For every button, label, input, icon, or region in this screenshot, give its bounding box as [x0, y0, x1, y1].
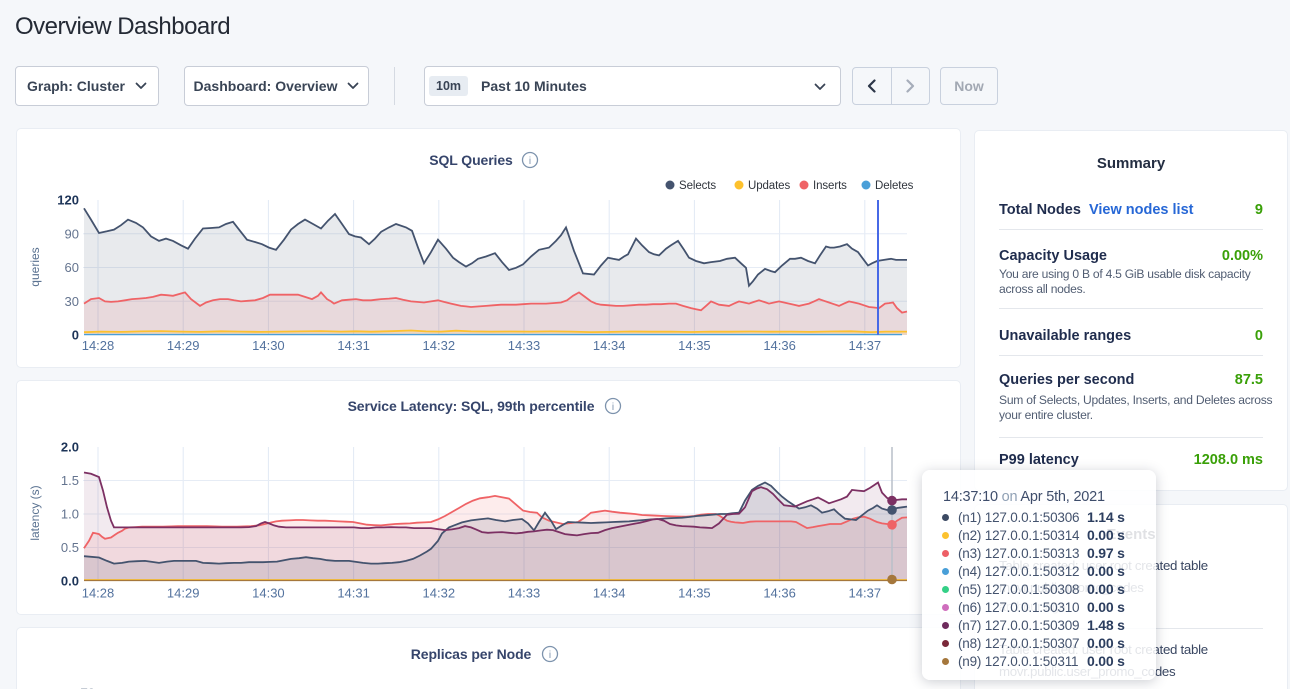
svg-text:SQL Queries: SQL Queries — [429, 152, 513, 168]
svg-text:14:31: 14:31 — [337, 586, 370, 601]
svg-text:0: 0 — [72, 328, 79, 343]
svg-text:90: 90 — [65, 226, 79, 241]
svg-text:Updates: Updates — [748, 180, 790, 192]
svg-text:30: 30 — [65, 294, 79, 309]
svg-text:14:33: 14:33 — [508, 586, 541, 601]
svg-text:0.5: 0.5 — [61, 540, 79, 555]
svg-text:0.0: 0.0 — [61, 574, 79, 589]
svg-text:1.5: 1.5 — [61, 473, 79, 488]
svg-text:14:31: 14:31 — [337, 338, 370, 353]
svg-text:14:28: 14:28 — [82, 338, 115, 353]
svg-text:Selects: Selects — [679, 180, 716, 192]
svg-text:i: i — [529, 156, 531, 167]
svg-text:Inserts: Inserts — [813, 180, 847, 192]
svg-text:70: 70 — [81, 686, 95, 689]
svg-text:14:33: 14:33 — [508, 338, 541, 353]
svg-text:120: 120 — [57, 193, 79, 208]
svg-text:14:30: 14:30 — [252, 586, 285, 601]
svg-text:14:35: 14:35 — [678, 586, 711, 601]
svg-text:14:34: 14:34 — [593, 586, 626, 601]
svg-text:2.0: 2.0 — [61, 440, 79, 455]
svg-text:14:37: 14:37 — [849, 338, 882, 353]
svg-text:14:35: 14:35 — [678, 338, 711, 353]
svg-text:Replicas per Node: Replicas per Node — [411, 646, 532, 662]
svg-text:14:36: 14:36 — [763, 338, 796, 353]
svg-text:14:30: 14:30 — [252, 338, 285, 353]
svg-text:Service Latency: SQL, 99th per: Service Latency: SQL, 99th percentile — [348, 398, 595, 414]
svg-text:14:29: 14:29 — [167, 338, 200, 353]
svg-text:14:37: 14:37 — [849, 586, 882, 601]
svg-text:queries: queries — [28, 247, 42, 286]
svg-text:i: i — [549, 650, 551, 661]
svg-text:1.0: 1.0 — [61, 507, 79, 522]
svg-text:14:34: 14:34 — [593, 338, 626, 353]
svg-text:Deletes: Deletes — [875, 180, 914, 192]
svg-text:latency (s): latency (s) — [28, 485, 42, 540]
svg-text:14:32: 14:32 — [423, 586, 456, 601]
svg-text:i: i — [612, 402, 614, 413]
svg-text:60: 60 — [65, 260, 79, 275]
svg-text:14:36: 14:36 — [763, 586, 796, 601]
svg-text:14:29: 14:29 — [167, 586, 200, 601]
svg-text:14:28: 14:28 — [82, 586, 115, 601]
svg-text:14:32: 14:32 — [423, 338, 456, 353]
